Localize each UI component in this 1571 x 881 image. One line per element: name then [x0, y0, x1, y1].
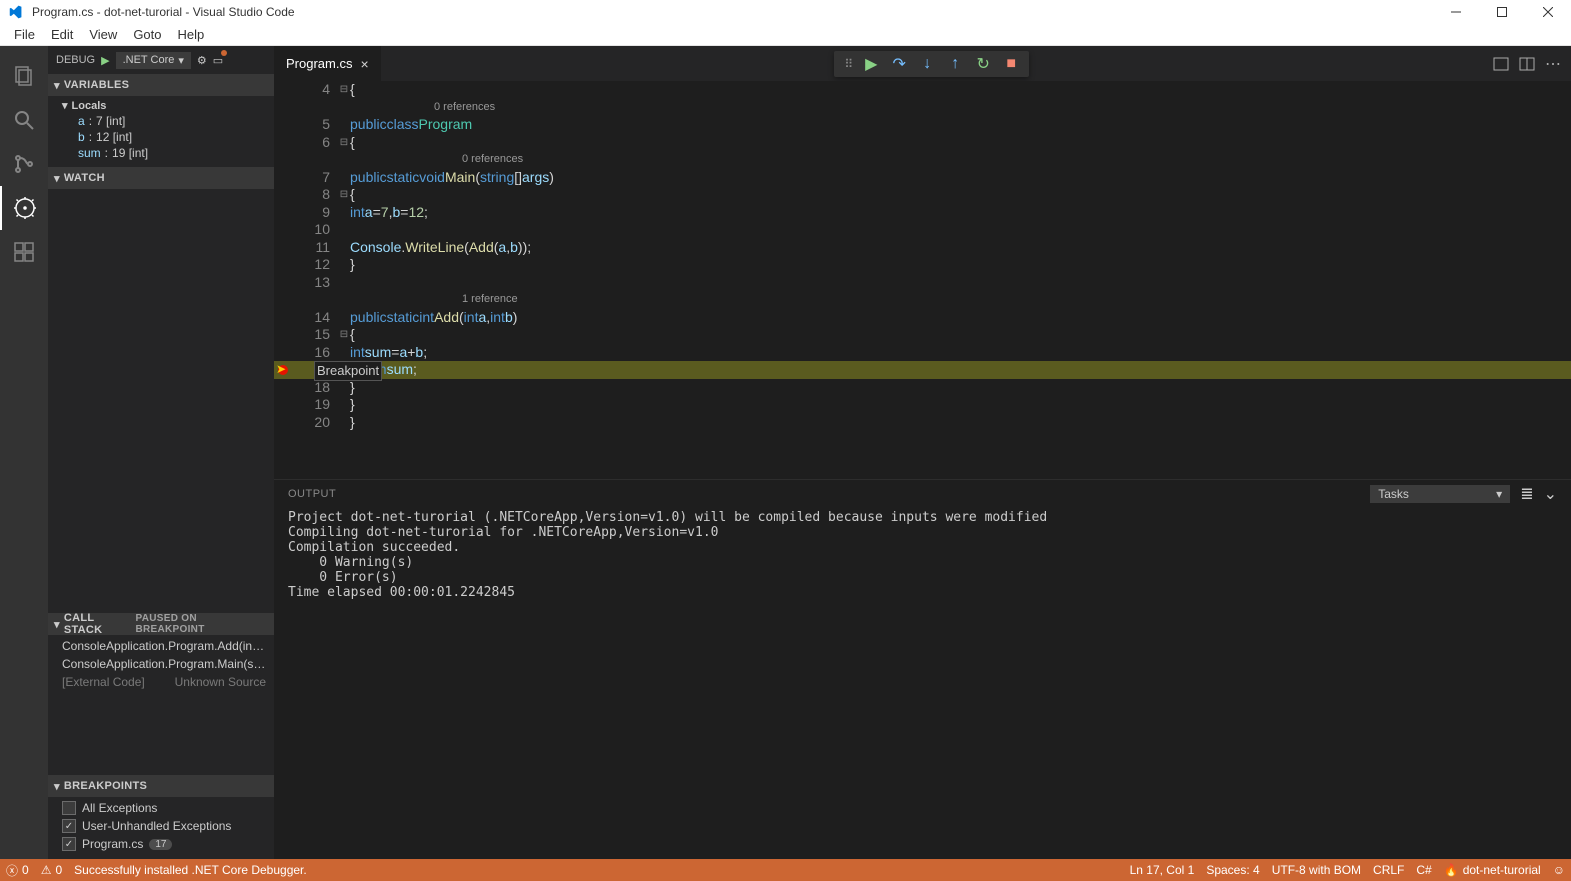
callstack-frame[interactable]: ConsoleApplication.Program.Add(in… [48, 637, 274, 655]
menu-file[interactable]: File [6, 24, 43, 45]
split-editor-icon[interactable] [1493, 56, 1509, 72]
variable-item[interactable]: b: 12 [int] [48, 129, 274, 145]
activity-extensions[interactable] [0, 230, 48, 274]
flame-icon: 🔥 [1444, 863, 1459, 877]
status-encoding[interactable]: UTF-8 with BOM [1266, 859, 1367, 881]
section-variables[interactable]: ▾ VARIABLES [48, 74, 274, 96]
step-over-icon[interactable]: ↷ [891, 54, 907, 74]
status-errors[interactable]: ⓧ0 [0, 859, 35, 881]
menu-view[interactable]: View [81, 24, 125, 45]
debug-sidebar: DEBUG ▶ .NET Core ▾ ⚙ ▭ ▾ VARIABLES ▾ Lo… [48, 46, 274, 859]
window-minimize[interactable] [1433, 0, 1479, 24]
activity-debug[interactable] [0, 186, 48, 230]
status-spaces[interactable]: Spaces: 4 [1200, 859, 1265, 881]
stop-icon[interactable]: ■ [1003, 55, 1019, 73]
warning-icon: ⚠ [41, 863, 52, 877]
activitybar [0, 46, 48, 859]
activity-git[interactable] [0, 142, 48, 186]
close-icon[interactable]: × [360, 56, 368, 72]
section-callstack[interactable]: ▾ CALL STACKPAUSED ON BREAKPOINT [48, 613, 274, 635]
smiley-icon: ☺ [1553, 863, 1565, 877]
output-panel: OUTPUT Tasks▾ ≣ ⌄ Project dot-net-turori… [274, 479, 1571, 859]
section-breakpoints[interactable]: ▾ BREAKPOINTS [48, 775, 274, 797]
step-out-icon[interactable]: ↑ [947, 55, 963, 73]
status-eol[interactable]: CRLF [1367, 859, 1410, 881]
callstack-frame[interactable]: [External Code]Unknown Source [48, 673, 274, 691]
tab-row: Program.cs × ⠿ ▶ ↷ ↓ ↑ ↻ ■ ⋯ [274, 46, 1571, 81]
window-maximize[interactable] [1479, 0, 1525, 24]
variable-item[interactable]: a: 7 [int] [48, 113, 274, 129]
menubar: File Edit View Goto Help [0, 24, 1571, 46]
locals-group[interactable]: ▾ Locals [48, 98, 274, 113]
status-language[interactable]: C# [1410, 859, 1437, 881]
activity-explorer[interactable] [0, 54, 48, 98]
menu-goto[interactable]: Goto [125, 24, 169, 45]
output-channel-dropdown[interactable]: Tasks▾ [1370, 485, 1510, 503]
continue-icon[interactable]: ▶ [863, 54, 879, 74]
checkbox[interactable]: ✓ [62, 837, 76, 851]
menu-help[interactable]: Help [170, 24, 213, 45]
status-project[interactable]: 🔥dot-net-turorial [1438, 859, 1547, 881]
checkbox[interactable] [62, 801, 76, 815]
output-text[interactable]: Project dot-net-turorial (.NETCoreApp,Ve… [274, 508, 1571, 859]
debug-label: DEBUG [56, 54, 95, 66]
activity-search[interactable] [0, 98, 48, 142]
vscode-icon [6, 3, 24, 21]
split-editor-icon-2[interactable] [1519, 56, 1535, 72]
statusbar: ⓧ0 ⚠0 Successfully installed .NET Core D… [0, 859, 1571, 881]
status-feedback[interactable]: ☺ [1547, 859, 1571, 881]
drag-handle-icon[interactable]: ⠿ [844, 57, 851, 71]
more-icon[interactable]: ⋯ [1545, 54, 1561, 74]
breakpoint-label: Breakpoint [314, 361, 382, 381]
checkbox[interactable]: ✓ [62, 819, 76, 833]
code-editor[interactable]: ➤ 4567891011121314151617181920 ⊟⊟⊟⊟ {0 r… [274, 81, 1571, 479]
panel-toggle-icon[interactable]: ⌄ [1544, 484, 1557, 504]
error-icon: ⓧ [6, 862, 18, 879]
restart-icon[interactable]: ↻ [975, 54, 991, 74]
menu-edit[interactable]: Edit [43, 24, 81, 45]
breakpoint-item[interactable]: ✓Program.cs17 [48, 835, 274, 853]
gear-icon[interactable]: ⚙ [197, 54, 207, 67]
clear-output-icon[interactable]: ≣ [1520, 484, 1533, 504]
variable-item[interactable]: sum: 19 [int] [48, 145, 274, 161]
window-titlebar: Program.cs - dot-net-turorial - Visual S… [0, 0, 1571, 24]
debug-toolbar[interactable]: ⠿ ▶ ↷ ↓ ↑ ↻ ■ [834, 51, 1029, 77]
status-position[interactable]: Ln 17, Col 1 [1124, 859, 1201, 881]
start-debug-icon[interactable]: ▶ [101, 54, 109, 67]
window-close[interactable] [1525, 0, 1571, 24]
editor-area: Program.cs × ⠿ ▶ ↷ ↓ ↑ ↻ ■ ⋯ [274, 46, 1571, 859]
breakpoint-item[interactable]: ✓User-Unhandled Exceptions [48, 817, 274, 835]
status-message[interactable]: Successfully installed .NET Core Debugge… [68, 859, 313, 881]
status-warnings[interactable]: ⚠0 [35, 859, 68, 881]
section-watch[interactable]: ▾ WATCH [48, 167, 274, 189]
step-into-icon[interactable]: ↓ [919, 55, 935, 73]
window-title: Program.cs - dot-net-turorial - Visual S… [30, 5, 1433, 19]
panel-title[interactable]: OUTPUT [288, 488, 336, 500]
debug-config-dropdown[interactable]: .NET Core ▾ [116, 52, 191, 69]
editor-tab[interactable]: Program.cs × [274, 46, 381, 81]
breakpoint-item[interactable]: All Exceptions [48, 799, 274, 817]
debug-console-icon[interactable]: ▭ [213, 54, 223, 67]
callstack-frame[interactable]: ConsoleApplication.Program.Main(s… [48, 655, 274, 673]
tab-label: Program.cs [286, 56, 352, 71]
debug-header: DEBUG ▶ .NET Core ▾ ⚙ ▭ [48, 46, 274, 74]
